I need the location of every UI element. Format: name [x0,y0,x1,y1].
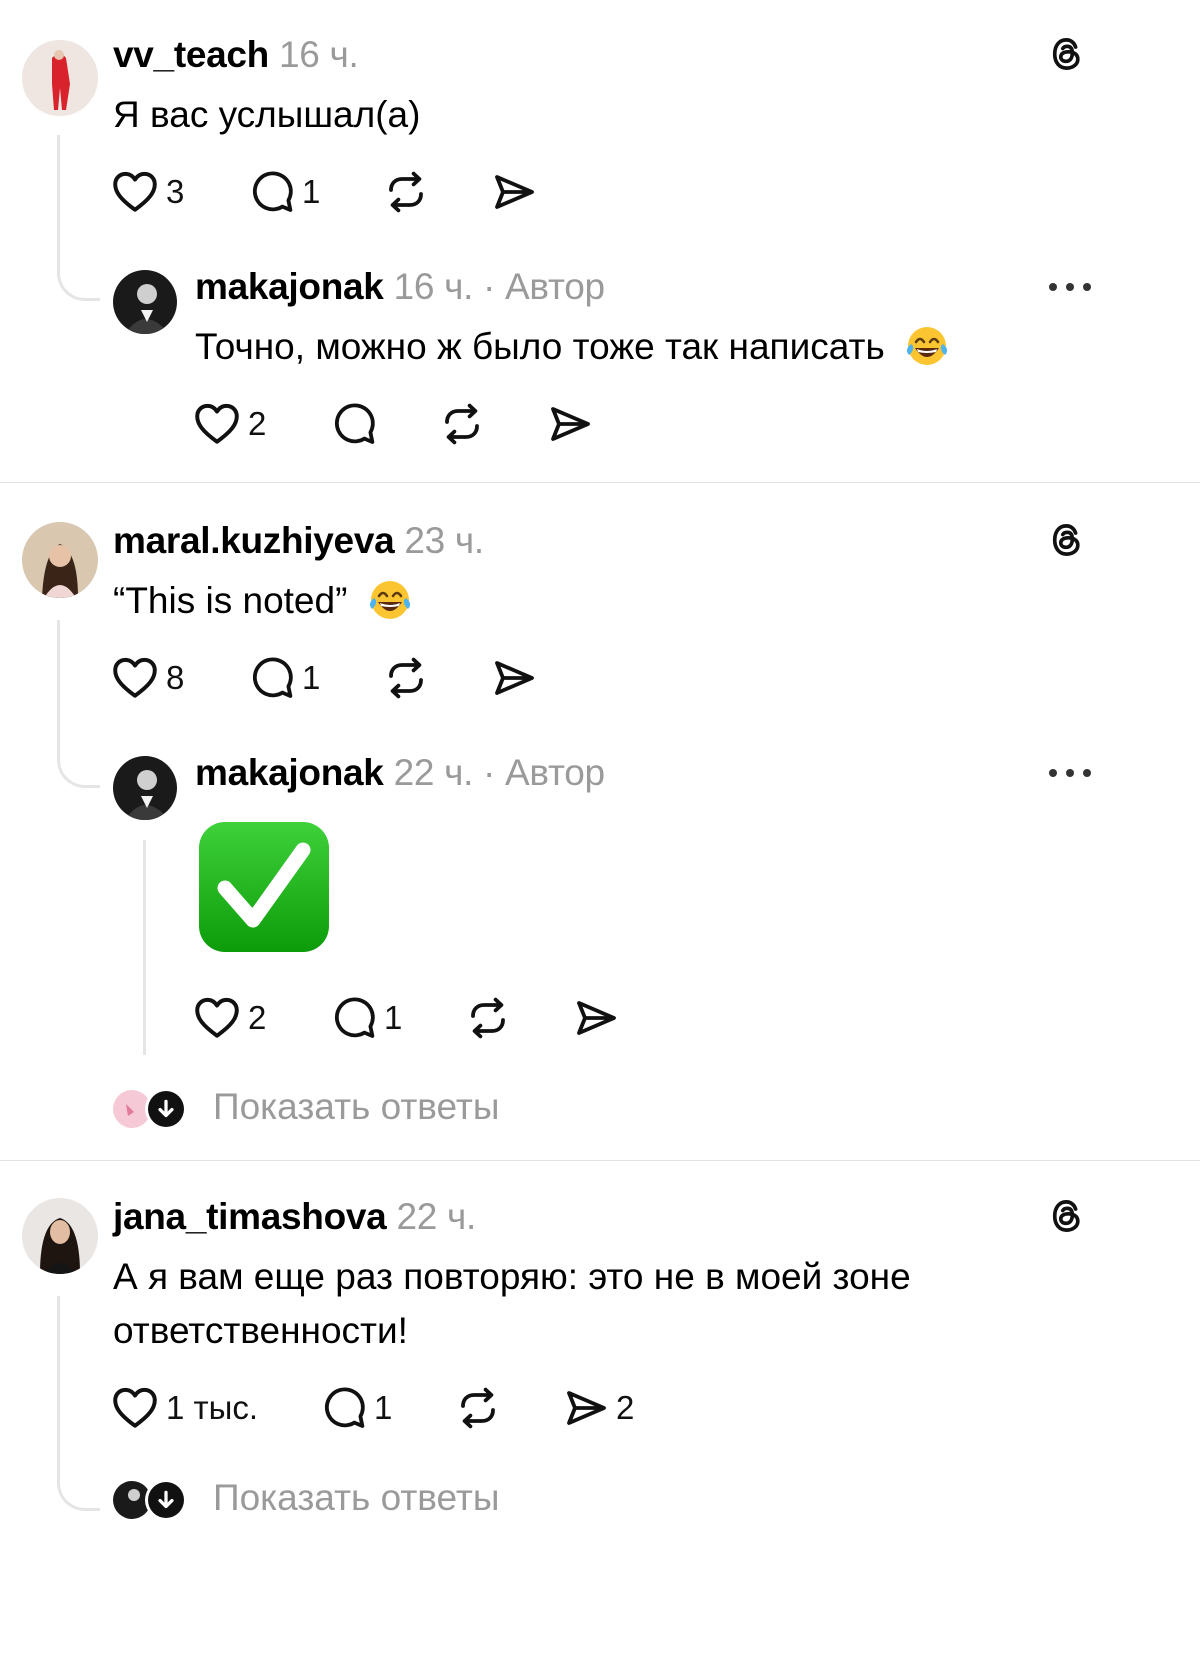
username[interactable]: jana_timashova 22 ч. [113,1196,476,1238]
comment-actions: 8 1 [110,650,538,706]
reply-button[interactable]: 1 [248,654,382,702]
avatar-photo [113,270,177,334]
avatar[interactable] [22,1198,98,1274]
share-icon [572,994,620,1042]
heart-icon [110,653,160,703]
reply-button[interactable] [330,400,438,448]
timestamp: 23 ч. [404,520,484,561]
timestamp: 22 ч. · Автор [393,752,605,793]
repost-icon [454,1384,502,1432]
comment-icon [320,1384,368,1432]
show-replies-label[interactable]: Показать ответы [213,1477,499,1519]
avatar-photo [22,1198,98,1274]
avatar[interactable] [22,522,98,598]
thread-line [57,1296,60,1471]
heart-icon [192,993,242,1043]
threads-logo-icon[interactable] [1045,1194,1089,1238]
avatar[interactable] [113,270,177,334]
comment-text: “This is noted” [113,580,414,624]
share-icon [490,168,538,216]
heart-icon [110,1383,160,1433]
username[interactable]: makajonak 16 ч. · Автор [195,266,605,308]
timestamp: 16 ч. · Автор [393,266,605,307]
repost-button[interactable] [382,168,490,216]
comment-text-line: А я вам еще раз повторяю: это не в моей … [113,1256,911,1297]
share-icon [562,1384,610,1432]
avatar-photo [22,522,98,598]
divider [0,1160,1200,1161]
like-button[interactable]: 2 [192,993,330,1043]
reply-button[interactable]: 1 [320,1384,454,1432]
username[interactable]: maral.kuzhiyeva 23 ч. [113,520,484,562]
share-button[interactable] [490,168,538,216]
thread-line [57,620,60,747]
comment-icon [248,654,296,702]
repost-button[interactable] [438,400,546,448]
repost-icon [464,994,512,1042]
like-button[interactable]: 3 [110,167,248,217]
laughing-emoji [369,581,410,620]
reply-avatars [113,1088,187,1130]
repost-button[interactable] [382,654,490,702]
comment-actions: 3 1 [110,164,538,220]
comment-text-line: ответственности! [113,1310,408,1351]
thread-connector [57,258,100,301]
thread-connector [57,745,100,788]
username[interactable]: makajonak 22 ч. · Автор [195,752,605,794]
show-replies-button[interactable]: Показать ответы [112,1086,532,1132]
thread-line [57,135,60,260]
reply-button[interactable]: 1 [248,168,382,216]
repost-button[interactable] [464,994,572,1042]
arrow-down-icon [158,1490,174,1509]
avatar[interactable] [22,40,98,116]
avatar-photo [22,40,98,116]
like-button[interactable]: 1 тыс. [110,1383,320,1433]
reply-text: Точно, можно ж было тоже так написать [195,326,951,370]
show-replies-button[interactable]: Показать ответы [112,1477,532,1523]
share-button[interactable]: 2 [562,1384,634,1432]
avatar-photo [113,756,177,820]
divider [0,482,1200,483]
avatar[interactable] [113,756,177,820]
laughing-emoji [906,327,948,366]
timestamp: 16 ч. [279,34,359,75]
more-icon[interactable] [1046,280,1094,294]
thread-connector [57,1468,100,1511]
comment-icon [248,168,296,216]
thread-line [143,840,146,1055]
threads-logo-icon[interactable] [1045,32,1089,76]
reply-avatars [113,1479,187,1521]
more-icon[interactable] [1046,766,1094,780]
heart-icon [192,399,242,449]
username[interactable]: vv_teach 16 ч. [113,34,359,76]
comment-actions: 1 тыс. 1 2 [110,1380,634,1436]
repost-icon [382,654,430,702]
reply-actions: 2 [192,396,594,452]
like-button[interactable]: 8 [110,653,248,703]
show-replies-label[interactable]: Показать ответы [213,1086,499,1128]
timestamp: 22 ч. [396,1196,476,1237]
threads-logo-icon[interactable] [1045,518,1089,562]
share-button[interactable] [546,400,594,448]
arrow-down-icon [158,1099,174,1118]
repost-icon [382,168,430,216]
share-button[interactable] [490,654,538,702]
comment-text: Я вас услышал(а) [113,94,421,135]
reply-actions: 2 1 [192,990,620,1046]
reply-button[interactable]: 1 [330,994,464,1042]
share-icon [490,654,538,702]
share-icon [546,400,594,448]
share-button[interactable] [572,994,620,1042]
comment-icon [330,400,378,448]
repost-icon [438,400,486,448]
heart-icon [110,167,160,217]
check-mark-emoji [199,822,329,952]
like-button[interactable]: 2 [192,399,330,449]
comment-icon [330,994,378,1042]
repost-button[interactable] [454,1384,562,1432]
